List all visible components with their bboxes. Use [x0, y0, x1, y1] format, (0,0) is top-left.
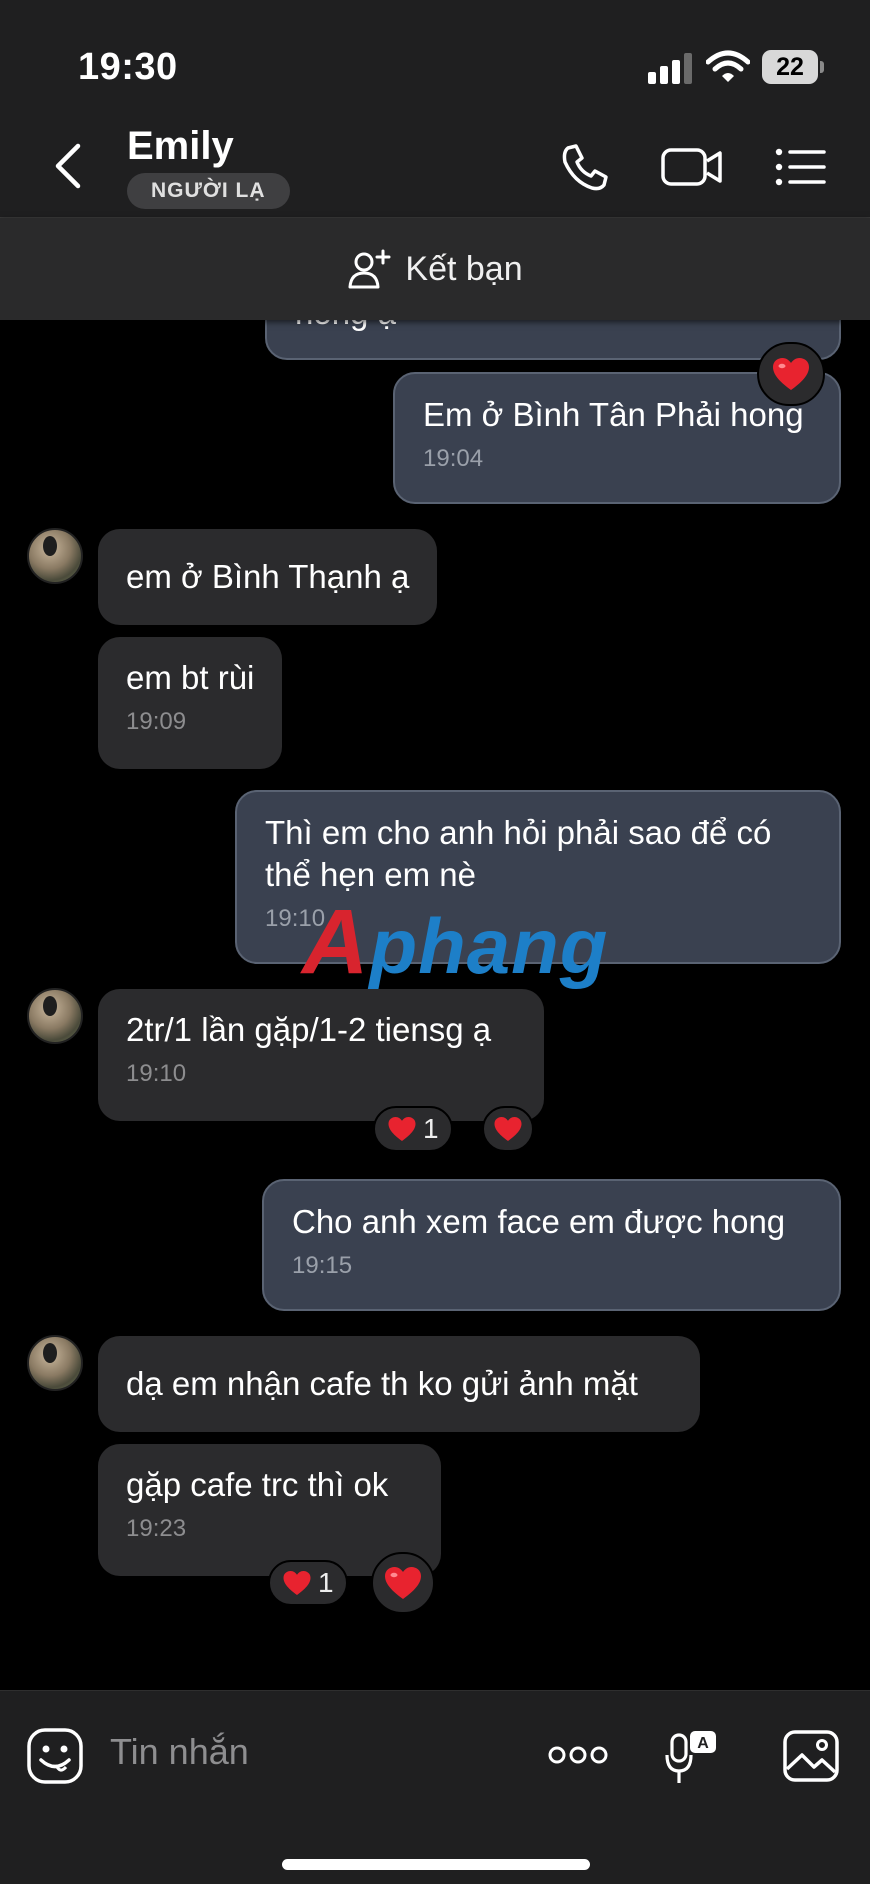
heart-reaction-count[interactable]: 1: [373, 1106, 453, 1152]
message-input[interactable]: Tin nhắn: [110, 1731, 249, 1773]
message-text: 2tr/1 lần gặp/1-2 tiensg ạ: [126, 1011, 492, 1048]
battery-level: 22: [776, 53, 804, 81]
contact-avatar[interactable]: [27, 988, 83, 1044]
message-text: em bt rùi: [126, 659, 255, 696]
svg-text:A: A: [697, 1735, 709, 1752]
add-friend-label: Kết bạn: [405, 249, 523, 288]
message-text: gặp cafe trc thì ok: [126, 1466, 389, 1503]
message-text: Em ở Bình Tân Phải hong: [423, 396, 804, 433]
message-composer: Tin nhắn A: [0, 1690, 870, 1884]
contact-avatar[interactable]: [27, 528, 83, 584]
chat-header: 19:30 22 Emily NGƯỜI LẠ: [0, 0, 870, 218]
contact-name[interactable]: Emily: [127, 124, 234, 169]
heart-reaction[interactable]: [371, 1552, 435, 1614]
watermark-text: phang: [369, 902, 609, 990]
voice-to-text-icon[interactable]: A: [664, 1729, 718, 1787]
message-time: 19:04: [423, 445, 484, 472]
video-camera-icon[interactable]: [660, 142, 724, 192]
add-person-icon: [348, 249, 391, 289]
heart-icon: [773, 358, 809, 390]
heart-reaction-count[interactable]: 1: [268, 1560, 348, 1606]
message-time: 19:09: [126, 708, 187, 735]
watermark-logo: Aphang: [302, 890, 608, 995]
incoming-message[interactable]: em bt rùi 19:09: [98, 637, 283, 769]
heart-icon: [283, 1571, 311, 1595]
emoji-icon[interactable]: [26, 1727, 84, 1785]
stranger-badge: NGƯỜI LẠ: [127, 173, 290, 209]
incoming-message[interactable]: dạ em nhận cafe th ko gửi ảnh mặt: [98, 1336, 700, 1432]
incoming-message[interactable]: em ở Bình Thạnh ạ: [98, 529, 438, 625]
more-options-icon[interactable]: [548, 1743, 608, 1767]
heart-icon: [388, 1117, 416, 1141]
add-friend-bar[interactable]: Kết bạn: [0, 218, 870, 320]
wifi-icon: [706, 50, 750, 82]
message-text: hong ạ: [295, 320, 811, 334]
list-menu-icon[interactable]: [774, 142, 828, 192]
heart-icon: [494, 1117, 522, 1141]
home-indicator[interactable]: [282, 1859, 590, 1870]
back-chevron-icon[interactable]: [48, 142, 88, 190]
battery-icon: 22: [762, 50, 824, 84]
message-text: em ở Bình Thạnh ạ: [126, 558, 410, 595]
message-text: Thì em cho anh hỏi phải sao để có thể hẹ…: [265, 814, 772, 893]
photo-gallery-icon[interactable]: [782, 1729, 840, 1783]
cellular-signal-icon: [648, 53, 692, 84]
message-list[interactable]: hong ạ Em ở Bình Tân Phải hong 19:04 em …: [0, 320, 870, 1690]
message-time: 19:23: [126, 1515, 187, 1542]
status-time: 19:30: [78, 46, 178, 88]
message-text: dạ em nhận cafe th ko gửi ảnh mặt: [126, 1365, 638, 1402]
outgoing-message[interactable]: Cho anh xem face em được hong 19:15: [262, 1179, 841, 1311]
heart-reaction[interactable]: [757, 342, 825, 406]
message-text: Cho anh xem face em được hong: [292, 1203, 786, 1240]
incoming-message[interactable]: 2tr/1 lần gặp/1-2 tiensg ạ 19:10: [98, 989, 544, 1121]
outgoing-message[interactable]: hong ạ: [265, 320, 841, 360]
phone-icon[interactable]: [560, 142, 610, 192]
message-time: 19:15: [292, 1252, 353, 1279]
watermark-initial: A: [302, 891, 370, 993]
contact-avatar[interactable]: [27, 1335, 83, 1391]
message-time: 19:10: [126, 1060, 187, 1087]
reaction-count: 1: [318, 1567, 334, 1598]
heart-icon: [385, 1567, 421, 1599]
heart-reaction[interactable]: [482, 1106, 534, 1152]
reaction-count: 1: [423, 1113, 439, 1144]
